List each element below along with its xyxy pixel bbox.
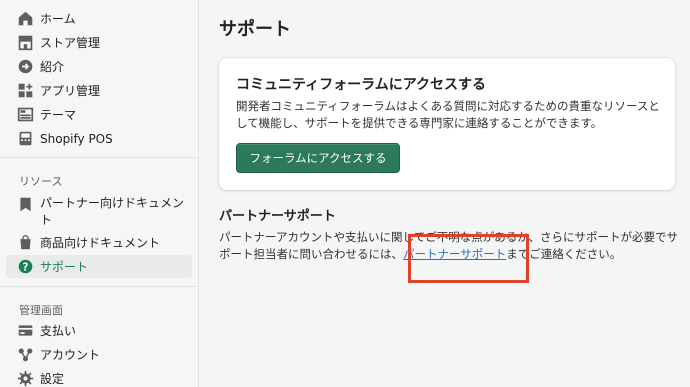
sidebar-item-partner-docs[interactable]: パートナー向けドキュメント — [6, 192, 192, 232]
gear-icon — [16, 370, 34, 387]
sidebar-divider — [0, 157, 199, 158]
forum-card: コミュニティフォーラムにアクセスする 開発者コミュニティフォーラムはよくある質問… — [219, 58, 675, 190]
sidebar-item-account[interactable]: アカウント — [6, 343, 192, 366]
sidebar-item-label: パートナー向けドキュメント — [40, 196, 185, 227]
sidebar-item-label: サポート — [40, 259, 89, 274]
page-title: サポート — [219, 19, 291, 40]
theme-icon — [16, 106, 34, 124]
resources-heading: リソース — [19, 175, 63, 188]
sidebar-item-stores[interactable]: ストア管理 — [6, 31, 192, 54]
sidebar-item-shopify-pos[interactable]: Shopify POS — [6, 127, 192, 150]
sidebar-item-label: ストア管理 — [40, 35, 101, 50]
sidebar-item-home[interactable]: ホーム — [6, 7, 192, 30]
sidebar-item-apps[interactable]: アプリ管理 — [6, 79, 192, 102]
sidebar-divider — [0, 286, 199, 287]
admin-heading: 管理画面 — [19, 304, 63, 317]
document-icon — [16, 195, 34, 213]
visit-forum-button[interactable]: フォーラムにアクセスする — [236, 143, 400, 173]
sidebar-item-label: アカウント — [40, 347, 101, 362]
sidebar-item-label: アプリ管理 — [40, 83, 101, 98]
sidebar-item-themes[interactable]: テーマ — [6, 103, 192, 126]
sidebar-item-merchant-docs[interactable]: 商品向けドキュメント — [6, 231, 192, 254]
sidebar-item-label: 支払い — [40, 323, 77, 338]
sidebar-item-label: 設定 — [40, 371, 65, 386]
store-icon — [16, 34, 34, 52]
svg-text:?: ? — [22, 262, 28, 273]
sidebar-item-label: 紹介 — [40, 59, 65, 74]
partner-support-heading: パートナーサポート — [219, 209, 336, 224]
sidebar: ホーム ストア管理 紹介 アプリ管理 テーマ Shopify POS リソース — [0, 0, 199, 387]
sidebar-item-label: ホーム — [40, 11, 76, 26]
card-description: 開発者コミュニティフォーラムはよくある質問に対応するための貴重なリソースとして機… — [236, 99, 660, 130]
sidebar-item-payouts[interactable]: 支払い — [6, 319, 192, 342]
payment-icon — [16, 322, 34, 340]
pos-icon — [16, 130, 34, 148]
sidebar-item-label: 商品向けドキュメント — [40, 235, 161, 250]
sidebar-item-support[interactable]: ? サポート — [6, 255, 192, 278]
referral-icon — [16, 58, 34, 76]
sidebar-item-label: テーマ — [40, 107, 77, 122]
highlight-annotation — [408, 234, 529, 283]
sidebar-item-referrals[interactable]: 紹介 — [6, 55, 192, 78]
apps-icon — [16, 82, 34, 100]
card-title: コミュニティフォーラムにアクセスする — [236, 77, 487, 93]
shopping-bag-icon — [16, 234, 34, 252]
account-icon — [16, 346, 34, 364]
sidebar-item-label: Shopify POS — [40, 131, 113, 146]
main-content: サポート コミュニティフォーラムにアクセスする 開発者コミュニティフォーラムはよ… — [200, 0, 690, 387]
home-icon — [16, 10, 34, 28]
help-icon: ? — [16, 258, 34, 276]
sidebar-item-settings[interactable]: 設定 — [6, 367, 192, 387]
